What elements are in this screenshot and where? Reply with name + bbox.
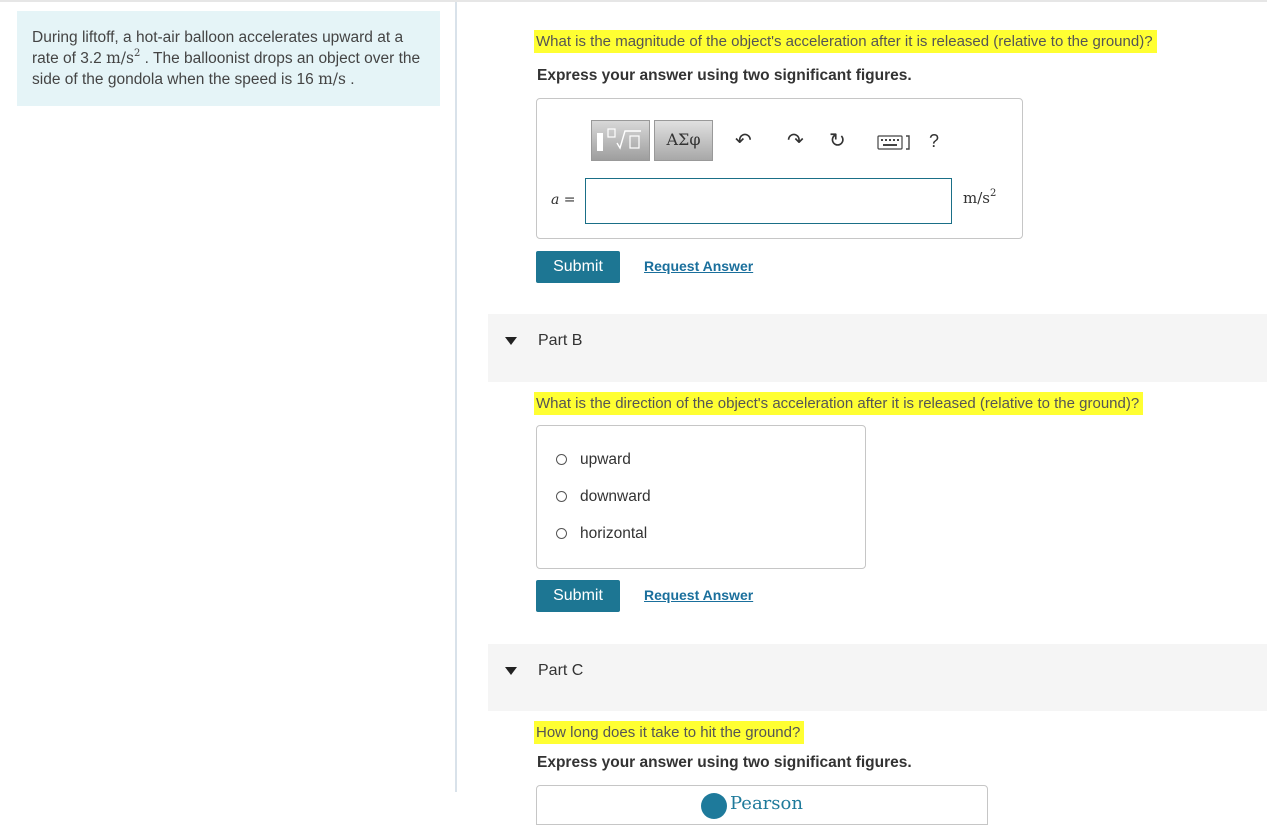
part-c-title: Part C [538, 662, 584, 679]
answer-panel: ΑΣφ ↶ ↷ ↻ ? a = m/s2 [536, 98, 1023, 239]
unit-acceleration: m/s2 [106, 48, 141, 68]
request-answer-link-part-a[interactable]: Request Answer [644, 258, 753, 274]
unit-speed: m/s [318, 70, 346, 88]
keyboard-icon[interactable] [877, 132, 911, 157]
problem-text: . [350, 71, 355, 88]
part-c-question: How long does it take to hit the ground? [534, 721, 805, 744]
templates-icon [597, 128, 641, 151]
part-a-question: What is the magnitude of the object's ac… [534, 30, 1157, 53]
part-b-header[interactable]: Part B [488, 314, 1267, 382]
undo-icon[interactable]: ↶ [735, 130, 752, 152]
choice-downward[interactable]: downward [556, 488, 651, 506]
request-answer-link-part-b[interactable]: Request Answer [644, 587, 753, 603]
problem-statement: During liftoff, a hot-air balloon accele… [17, 11, 440, 106]
radio-icon[interactable] [556, 454, 567, 465]
part-c-instruction: Express your answer using two significan… [537, 754, 912, 771]
symbols-button[interactable]: ΑΣφ [654, 120, 713, 161]
help-button[interactable]: ? [929, 130, 939, 152]
answer-choices: upward downward horizontal [536, 425, 866, 569]
part-a-instruction: Express your answer using two significan… [537, 67, 912, 84]
submit-button-part-b[interactable]: Submit [536, 580, 620, 612]
pearson-logo-icon [701, 793, 727, 819]
choice-upward[interactable]: upward [556, 451, 631, 469]
reset-icon[interactable]: ↻ [829, 130, 846, 152]
templates-button[interactable] [591, 120, 650, 161]
radio-icon[interactable] [556, 528, 567, 539]
answer-input[interactable] [585, 178, 952, 224]
part-b-question: What is the direction of the object's ac… [534, 392, 1144, 415]
answer-unit: m/s2 [963, 188, 997, 208]
submit-button-part-a[interactable]: Submit [536, 251, 620, 283]
brand-name: Pearson [730, 793, 803, 814]
choice-horizontal[interactable]: horizontal [556, 525, 647, 543]
caret-down-icon [505, 667, 517, 675]
part-c-header[interactable]: Part C [488, 644, 1267, 711]
caret-down-icon [505, 337, 517, 345]
column-divider [455, 2, 457, 792]
top-rule [0, 0, 1267, 2]
answer-panel-part-c: Pearson [536, 785, 988, 825]
part-b-title: Part B [538, 332, 583, 349]
redo-icon[interactable]: ↷ [787, 130, 804, 152]
radio-icon[interactable] [556, 491, 567, 502]
variable-label: a = [551, 192, 576, 208]
